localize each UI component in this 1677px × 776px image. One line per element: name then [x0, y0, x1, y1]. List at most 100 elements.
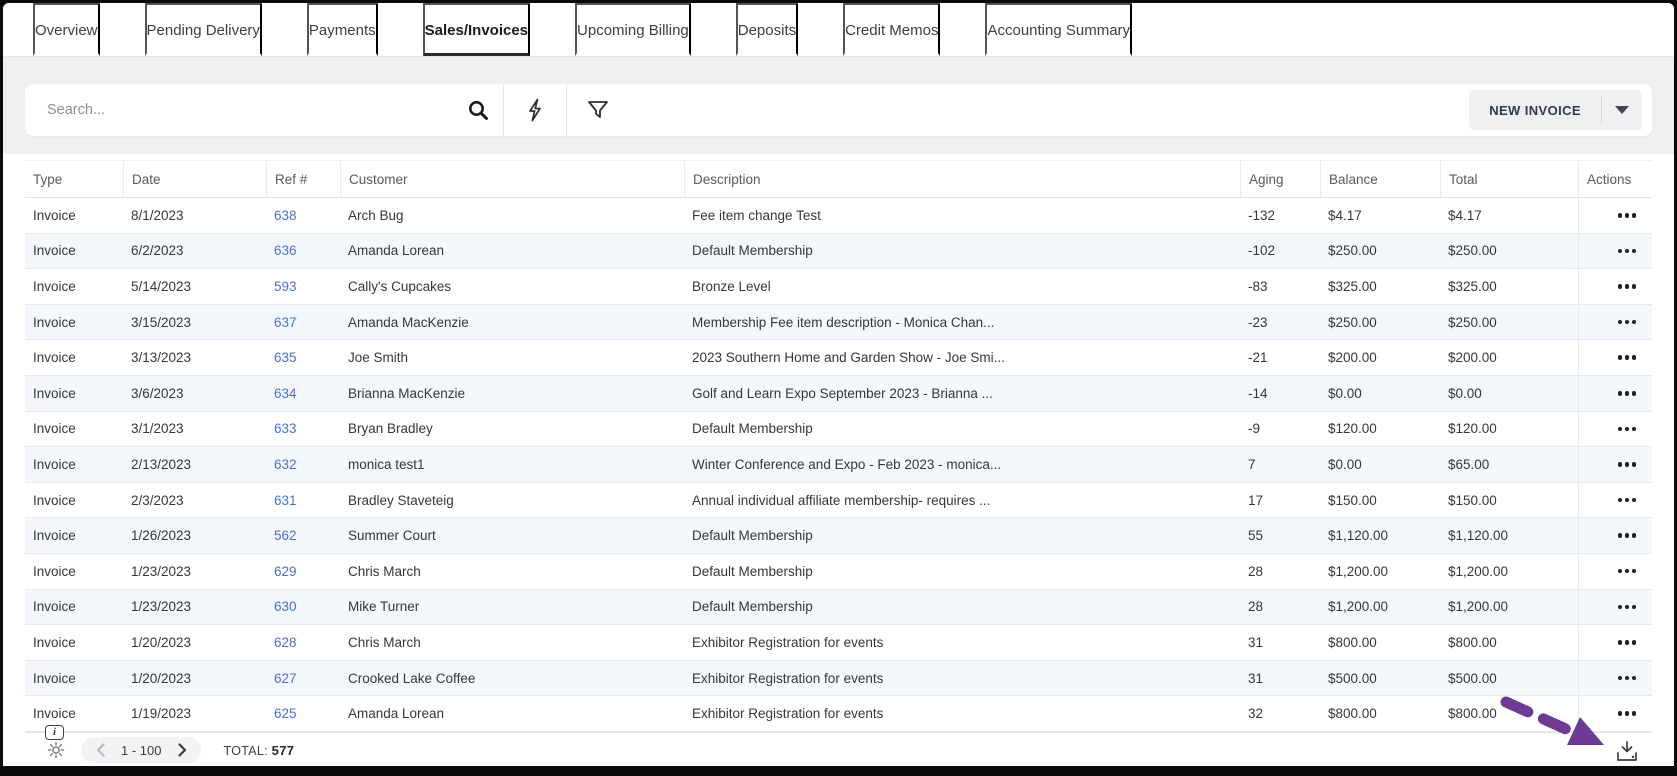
cell-description: Fee item change Test	[692, 207, 821, 223]
cell-customer: Bryan Bradley	[348, 421, 433, 437]
app-window: Overview Pending Delivery Payments Sales/In…	[0, 0, 1677, 776]
cell-total: $325.00	[1448, 278, 1497, 294]
search-input[interactable]	[47, 102, 467, 118]
cell-balance: $1,120.00	[1328, 528, 1389, 544]
cell-ref[interactable]: 629	[266, 554, 340, 589]
settings-gear-icon[interactable]	[47, 741, 65, 759]
cell-actions	[1578, 233, 1652, 269]
cell-customer: Amanda Lorean	[348, 706, 445, 722]
column-header-actions[interactable]: Actions	[1578, 161, 1652, 197]
row-actions-menu-icon[interactable]	[1617, 675, 1636, 681]
row-actions-menu-icon[interactable]	[1617, 462, 1636, 467]
cell-actions	[1578, 198, 1652, 233]
cell-ref[interactable]: 636	[266, 234, 340, 269]
cell-ref[interactable]: 637	[266, 305, 340, 340]
cell-ref[interactable]: 625	[266, 696, 340, 731]
tab-pending-delivery[interactable]: Pending Delivery	[144, 3, 262, 56]
filter-icon	[588, 101, 608, 118]
search-icon[interactable]	[467, 99, 489, 121]
cell-actions	[1578, 447, 1652, 482]
cell-aging: 7	[1248, 456, 1256, 472]
cell-aging: 55	[1248, 528, 1264, 544]
cell-customer: Amanda MacKenzie	[348, 314, 469, 330]
cell-ref[interactable]: 633	[266, 412, 340, 447]
cell-ref[interactable]: 634	[266, 376, 340, 411]
new-invoice-group: NEW INVOICE	[1469, 90, 1642, 130]
cell-ref[interactable]: 593	[266, 269, 340, 304]
cell-balance: $0.00	[1328, 456, 1362, 472]
cell-ref[interactable]: 638	[266, 198, 340, 233]
tab-accounting-summary[interactable]: Accounting Summary	[985, 3, 1133, 56]
row-actions-menu-icon[interactable]	[1617, 248, 1636, 254]
cell-ref[interactable]: 632	[266, 447, 340, 482]
tab-upcoming-billing[interactable]: Upcoming Billing	[575, 3, 691, 56]
row-actions-menu-icon[interactable]	[1617, 533, 1636, 538]
tab-deposits[interactable]: Deposits	[735, 3, 799, 56]
cell-type: Invoice	[33, 385, 76, 401]
cell-ref[interactable]: 562	[266, 518, 340, 553]
cell-description: Winter Conference and Expo - Feb 2023 - …	[692, 456, 1002, 472]
cell-actions	[1578, 625, 1652, 660]
cell-aging: -102	[1248, 243, 1276, 259]
cell-date: 2/13/2023	[131, 456, 192, 472]
pagination: 1 - 100	[81, 737, 202, 764]
column-header-aging[interactable]: Aging	[1240, 161, 1320, 197]
cell-actions	[1578, 340, 1652, 375]
cell-date: 3/13/2023	[131, 350, 192, 366]
row-actions-menu-icon[interactable]	[1617, 604, 1636, 610]
info-icon[interactable]: i	[45, 724, 64, 740]
cell-total: $250.00	[1448, 243, 1497, 259]
search-box[interactable]	[25, 84, 503, 136]
cell-date: 1/23/2023	[131, 599, 192, 615]
column-header-ref[interactable]: Ref #	[266, 161, 340, 197]
row-actions-menu-icon[interactable]	[1617, 391, 1636, 396]
cell-ref[interactable]: 627	[266, 661, 340, 696]
column-header-type[interactable]: Type	[25, 161, 123, 197]
total-value: 577	[271, 742, 295, 758]
cell-date: 3/1/2023	[131, 421, 184, 437]
cell-actions	[1578, 696, 1652, 731]
cell-balance: $120.00	[1328, 421, 1377, 437]
row-actions-menu-icon[interactable]	[1617, 284, 1636, 289]
tab-overview[interactable]: Overview	[33, 3, 100, 56]
column-header-balance[interactable]: Balance	[1320, 161, 1440, 197]
row-actions-menu-icon[interactable]	[1617, 497, 1636, 503]
row-actions-menu-icon[interactable]	[1617, 213, 1636, 218]
cell-balance: $200.00	[1328, 350, 1377, 366]
tab-sales-invoices[interactable]: Sales/Invoices	[422, 3, 531, 56]
column-header-date[interactable]: Date	[123, 161, 266, 197]
column-header-description[interactable]: Description	[684, 161, 1240, 197]
cell-ref[interactable]: 635	[266, 340, 340, 375]
toolbar-strip: NEW INVOICE	[3, 57, 1674, 154]
cell-customer: Bradley Staveteig	[348, 492, 454, 508]
new-invoice-button[interactable]: NEW INVOICE	[1469, 90, 1601, 130]
cell-description: Default Membership	[692, 528, 813, 544]
row-actions-menu-icon[interactable]	[1617, 711, 1636, 716]
filter-button[interactable]	[567, 84, 629, 136]
cell-date: 5/14/2023	[131, 278, 192, 294]
cell-actions	[1578, 304, 1652, 340]
row-actions-menu-icon[interactable]	[1617, 640, 1636, 645]
row-actions-menu-icon[interactable]	[1617, 426, 1636, 432]
cell-ref[interactable]: 630	[266, 590, 340, 625]
table-header-row: Type Date Ref # Customer Description Aging Bal…	[25, 160, 1652, 198]
tab-payments[interactable]: Payments	[306, 3, 378, 56]
row-actions-menu-icon[interactable]	[1617, 355, 1636, 360]
cell-ref[interactable]: 631	[266, 483, 340, 518]
cell-customer: Chris March	[348, 634, 421, 650]
tab-credit-memos[interactable]: Credit Memos	[843, 3, 941, 56]
tab-bar: Overview Pending Delivery Payments Sales/In…	[3, 3, 1674, 57]
new-invoice-dropdown-button[interactable]	[1602, 90, 1642, 130]
column-header-total[interactable]: Total	[1440, 161, 1578, 197]
cell-ref[interactable]: 628	[266, 625, 340, 660]
row-actions-menu-icon[interactable]	[1617, 319, 1636, 325]
cell-balance: $800.00	[1328, 706, 1377, 722]
row-actions-menu-icon[interactable]	[1617, 568, 1636, 574]
quick-actions-button[interactable]	[504, 84, 566, 136]
cell-total: $65.00	[1448, 456, 1490, 472]
next-page-button[interactable]	[169, 737, 195, 763]
cell-balance: $4.17	[1328, 207, 1362, 223]
column-header-customer[interactable]: Customer	[340, 161, 684, 197]
download-icon[interactable]	[1614, 740, 1640, 764]
prev-page-button[interactable]	[87, 737, 113, 763]
